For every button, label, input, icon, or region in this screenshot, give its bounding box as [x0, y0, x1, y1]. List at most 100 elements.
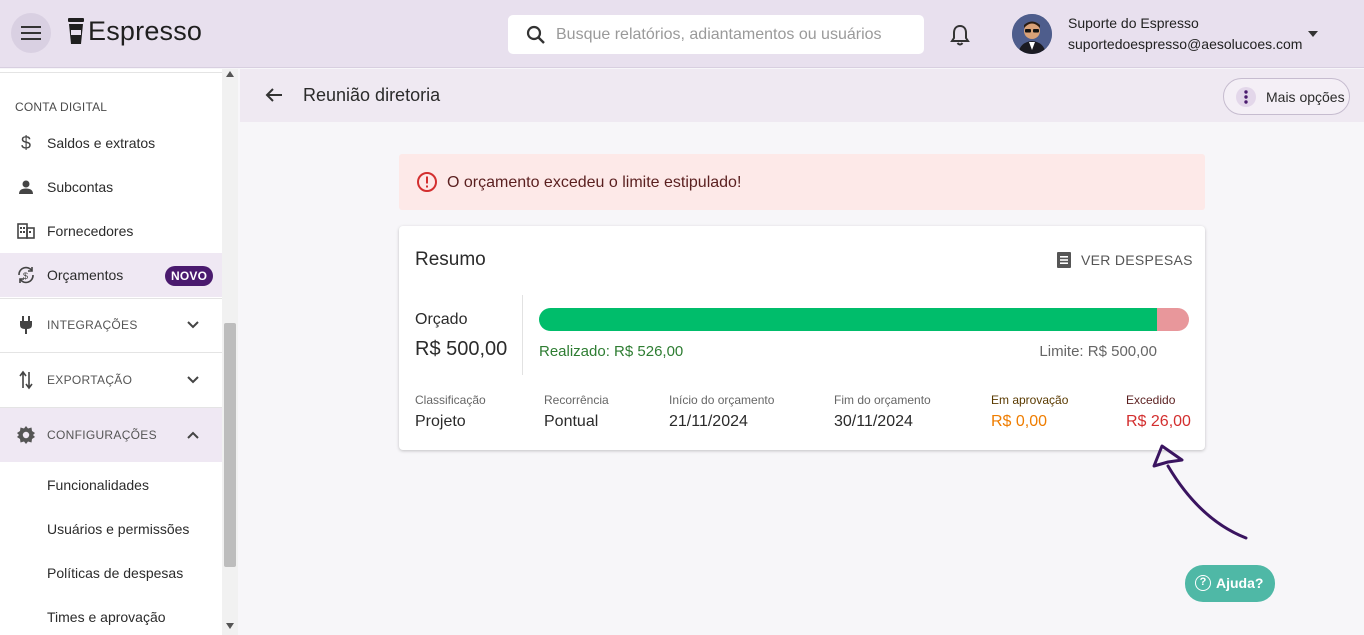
- detail-label: Classificação: [415, 393, 486, 407]
- summary-title: Resumo: [415, 249, 486, 270]
- error-outline-icon: [417, 172, 437, 192]
- sidebar-item-exportacao[interactable]: EXPORTAÇÃO: [0, 358, 222, 402]
- notifications-button[interactable]: [946, 21, 974, 49]
- back-button[interactable]: [262, 83, 286, 107]
- building-icon: [16, 221, 36, 241]
- search-input[interactable]: [556, 25, 916, 44]
- search-box[interactable]: [508, 15, 924, 54]
- question-circle-icon: ?: [1195, 575, 1211, 591]
- sidebar-item-fornecedores[interactable]: Fornecedores: [0, 209, 222, 253]
- detail-value: R$ 26,00: [1126, 413, 1191, 430]
- budget-value: R$ 500,00: [415, 338, 508, 360]
- summary-divider: [522, 295, 523, 375]
- sidebar-top-divider: [0, 72, 222, 73]
- sidebar-item-subcontas[interactable]: Subcontas: [0, 165, 222, 209]
- detail-label: Fim do orçamento: [834, 393, 931, 407]
- scrollbar-thumb[interactable]: [224, 323, 236, 567]
- scroll-up-arrow-icon[interactable]: [226, 71, 234, 77]
- espresso-logo[interactable]: Espresso: [66, 14, 202, 48]
- page-header: Reunião diretoria Mais opções: [240, 69, 1364, 122]
- sidebar-subitem-label: Funcionalidades: [47, 477, 149, 493]
- hamburger-icon: [21, 26, 41, 40]
- detail-value: Projeto: [415, 413, 466, 430]
- menu-button[interactable]: [11, 13, 51, 53]
- sidebar-item-label: Saldos e extratos: [47, 135, 156, 151]
- sidebar-subitem-label: Políticas de despesas: [47, 565, 184, 581]
- svg-text:$: $: [21, 133, 31, 153]
- budget-progress-bar: [539, 308, 1189, 331]
- user-avatar-icon: [1012, 14, 1052, 54]
- more-options-label: Mais opções: [1266, 89, 1345, 105]
- detail-label: Excedido: [1126, 393, 1176, 407]
- section-label-conta-digital: CONTA DIGITAL: [15, 100, 108, 114]
- summary-card: Resumo VER DESPESAS Orçado R$ 500,00 Rea…: [399, 226, 1205, 450]
- help-button[interactable]: ? Ajuda?: [1185, 565, 1275, 602]
- sidebar-item-saldos[interactable]: $ Saldos e extratos: [0, 121, 222, 165]
- realized-amount: Realizado: R$ 526,00: [539, 343, 684, 360]
- top-bar: Espresso Suporte do Espresso suportedoes…: [0, 0, 1364, 68]
- sidebar-item-label: EXPORTAÇÃO: [47, 373, 133, 387]
- help-label: Ajuda?: [1216, 575, 1264, 591]
- detail-value: Pontual: [544, 413, 599, 430]
- progress-exceeded-fill: [1157, 308, 1189, 331]
- dollar-icon: $: [16, 133, 36, 153]
- sidebar-subitem-times[interactable]: Times e aprovação: [0, 595, 222, 635]
- sidebar-scrollbar[interactable]: [222, 69, 238, 635]
- chevron-down-icon: [187, 321, 199, 329]
- search-icon: [526, 25, 545, 44]
- user-email: suportedoespresso@aesolucoes.com: [1068, 36, 1303, 52]
- bell-icon: [950, 24, 970, 46]
- budget-label: Orçado: [415, 311, 468, 328]
- annotation-arrow: [1152, 444, 1248, 540]
- sidebar-subitem-funcionalidades[interactable]: Funcionalidades: [0, 463, 222, 507]
- more-vertical-icon: [1236, 87, 1256, 107]
- receipt-icon: [1057, 252, 1071, 268]
- detail-classificacao: Classificação Projeto: [415, 393, 486, 431]
- limit-amount: Limite: R$ 500,00: [1039, 343, 1157, 360]
- detail-fim: Fim do orçamento 30/11/2024: [834, 393, 931, 431]
- sidebar-item-configuracoes[interactable]: CONFIGURAÇÕES: [0, 408, 222, 462]
- detail-recorrencia: Recorrência Pontual: [544, 393, 609, 431]
- page-title: Reunião diretoria: [303, 85, 441, 105]
- budget-cycle-icon: $: [16, 265, 36, 285]
- sidebar-item-label: INTEGRAÇÕES: [47, 318, 138, 332]
- detail-value: R$ 0,00: [991, 413, 1048, 430]
- coffee-cup-icon: [68, 18, 84, 44]
- arrow-left-icon: [265, 88, 282, 102]
- sidebar-item-integracoes[interactable]: INTEGRAÇÕES: [0, 303, 222, 347]
- sidebar-item-label: Fornecedores: [47, 223, 134, 239]
- chevron-down-icon: [187, 376, 199, 384]
- more-options-button[interactable]: Mais opções: [1223, 78, 1350, 115]
- caret-down-icon[interactable]: [1305, 28, 1321, 40]
- detail-excedido: Excedido R$ 26,00: [1126, 393, 1191, 431]
- detail-value: 21/11/2024: [669, 413, 748, 430]
- gear-icon: [16, 425, 36, 445]
- detail-label: Recorrência: [544, 393, 609, 407]
- sidebar-item-label: Orçamentos: [47, 267, 124, 283]
- progress-realized-fill: [539, 308, 1157, 331]
- new-badge: NOVO: [165, 266, 214, 286]
- plug-icon: [16, 315, 36, 335]
- detail-value: 30/11/2024: [834, 413, 913, 430]
- svg-text:$: $: [23, 271, 28, 281]
- detail-label: Início do orçamento: [669, 393, 775, 407]
- detail-inicio: Início do orçamento 21/11/2024: [669, 393, 774, 431]
- sidebar-subitem-politicas[interactable]: Políticas de despesas: [0, 551, 222, 595]
- detail-label: Em aprovação: [991, 393, 1069, 407]
- sidebar-subitem-label: Times e aprovação: [47, 609, 166, 625]
- sidebar-subitem-label: Usuários e permissões: [47, 521, 190, 537]
- avatar[interactable]: [1012, 14, 1052, 54]
- person-icon: [16, 177, 36, 197]
- sidebar-divider: [0, 298, 222, 299]
- scroll-down-arrow-icon[interactable]: [226, 623, 234, 629]
- view-expenses-button[interactable]: VER DESPESAS: [1057, 250, 1193, 270]
- sidebar-divider: [0, 352, 222, 353]
- sidebar-item-label: CONFIGURAÇÕES: [47, 428, 157, 442]
- view-expenses-label: VER DESPESAS: [1081, 252, 1193, 268]
- sidebar-item-orcamentos[interactable]: $ Orçamentos NOVO: [0, 253, 222, 297]
- swap-vertical-icon: [16, 370, 36, 390]
- sidebar-subitem-usuarios[interactable]: Usuários e permissões: [0, 507, 222, 551]
- user-name: Suporte do Espresso: [1068, 15, 1199, 31]
- alert-message: O orçamento excedeu o limite estipulado!: [447, 174, 742, 191]
- budget-exceeded-alert: O orçamento excedeu o limite estipulado!: [399, 154, 1205, 210]
